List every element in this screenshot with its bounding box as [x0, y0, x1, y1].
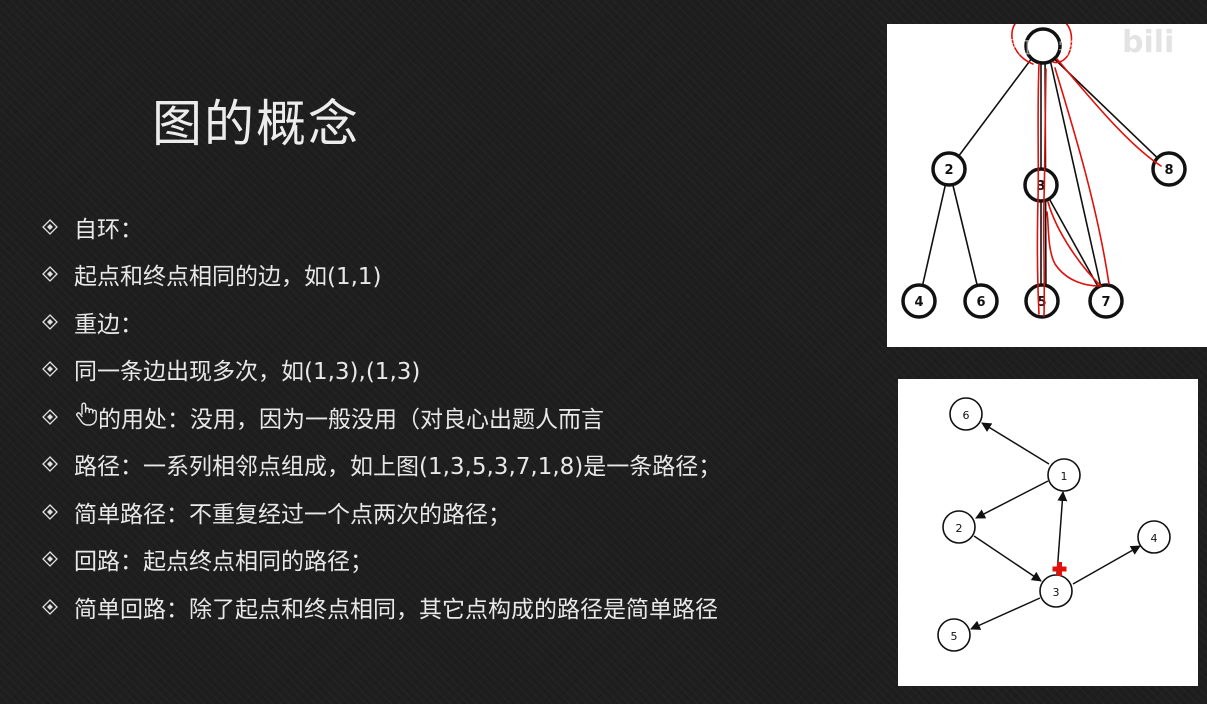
directed-edge-2-3	[973, 535, 1042, 582]
bullet-text: 重边：	[74, 311, 143, 338]
bullet-item: 路径：一系列相邻点组成，如上图(1,3,5,3,7,1,8)是一条路径；	[42, 441, 721, 489]
digraph-node-label: 3	[1053, 586, 1060, 599]
red-path-stroke	[1036, 63, 1040, 315]
digraph-node-2: 2	[942, 510, 976, 544]
bullet-text: 回路：起点终点相同的路径；	[74, 549, 373, 576]
graph-node-4: 4	[901, 283, 937, 319]
watermark-logo-text: bili	[1122, 25, 1174, 60]
bullet-text: 简单回路：除了起点和终点相同，其它点构成的路径是简单路径	[74, 596, 718, 623]
bullet-item: 自环：	[42, 203, 721, 251]
graph-node-label: 6	[976, 295, 985, 310]
graph-edge	[1046, 45, 1105, 302]
bullet-text: 起点和终点相同的边，如(1,1)	[74, 264, 382, 291]
bullet-item: 简单回路：除了起点和终点相同，其它点构成的路径是简单路径	[42, 583, 721, 631]
tree-graph-figure: 2 3 8 4 6 5 7	[887, 24, 1207, 347]
digraph-node-label: 5	[951, 630, 958, 643]
digraph-node-label: 4	[1151, 532, 1158, 545]
graph-node-label: 8	[1164, 163, 1173, 178]
bullet-text: 自环：	[74, 216, 143, 243]
directed-edge-1-2	[975, 480, 1049, 519]
graph-node-3: 3	[1023, 167, 1059, 203]
bullet-item: 回路：起点终点相同的路径；	[42, 536, 721, 584]
diamond-bullet-icon	[42, 408, 74, 425]
tree-graph-svg: 2 3 8 4 6 5 7	[901, 24, 1187, 319]
graph-node-label: 2	[944, 163, 953, 178]
diamond-bullet-icon	[42, 456, 74, 473]
bullet-text: 同一条边出现多次，如(1,3),(1,3)	[74, 359, 421, 386]
directed-edge-3-4	[1072, 545, 1141, 585]
digraph-node-6: 6	[949, 397, 983, 431]
bullet-item: 重边：	[42, 298, 721, 346]
graph-node-7: 7	[1088, 283, 1124, 319]
red-path-stroke	[1056, 58, 1162, 167]
digraph-node-5: 5	[937, 618, 971, 652]
diamond-bullet-icon	[42, 551, 74, 568]
slide-title: 图的概念	[152, 95, 360, 153]
diamond-bullet-icon	[42, 361, 74, 378]
hand-cursor-icon	[74, 401, 98, 433]
directed-edge-1-6	[981, 422, 1050, 465]
digraph-node-4: 4	[1137, 520, 1171, 554]
graph-edge	[918, 168, 950, 302]
graph-edge	[948, 45, 1042, 170]
watermark-text: 北京理工大学	[958, 37, 1079, 59]
directed-graph-nodes: 6 1 2 4 3 5	[937, 397, 1171, 652]
digraph-node-label: 1	[1061, 470, 1068, 483]
diamond-bullet-icon	[42, 266, 74, 283]
graph-edge	[1040, 183, 1107, 302]
bullet-item: 的用处：没用，因为一般没用（对良心出题人而言	[42, 393, 721, 441]
graph-edge	[948, 168, 982, 302]
digraph-node-1: 1	[1047, 458, 1081, 492]
directed-graph-figure: 6 1 2 4 3 5	[898, 379, 1198, 686]
directed-edge-3-5	[970, 597, 1041, 630]
directed-edge-3-1	[1056, 491, 1068, 575]
bullet-text: 路径：一系列相邻点组成，如上图(1,3,5,3,7,1,8)是一条路径；	[74, 454, 722, 481]
directed-graph-svg: 6 1 2 4 3 5	[937, 397, 1171, 652]
bullet-list: 自环： 起点和终点相同的边，如(1,1) 重边： 同一条边出现多次，如(1,3)…	[42, 203, 721, 631]
digraph-node-3: 3	[1039, 574, 1073, 608]
digraph-node-label: 2	[956, 522, 963, 535]
bullet-item: 同一条边出现多次，如(1,3),(1,3)	[42, 346, 721, 394]
graph-node-8: 8	[1151, 151, 1187, 187]
red-path-stroke	[1054, 67, 1110, 285]
bullet-text: 的用处：没用，因为一般没用（对良心出题人而言	[98, 406, 604, 433]
bullet-text: 简单路径：不重复经过一个点两次的路径；	[74, 501, 511, 528]
diamond-bullet-icon	[42, 598, 74, 615]
diamond-bullet-icon	[42, 218, 74, 235]
graph-node-6: 6	[963, 283, 999, 319]
graph-node-5: 5	[1024, 283, 1060, 319]
graph-node-2: 2	[931, 151, 967, 187]
graph-node-label: 7	[1101, 295, 1110, 310]
diamond-bullet-icon	[42, 503, 74, 520]
bilibili-logo-icon: bili	[1122, 24, 1202, 69]
bullet-item: 简单路径：不重复经过一个点两次的路径；	[42, 488, 721, 536]
red-cross-cursor-icon	[1052, 562, 1067, 576]
graph-node-label: 4	[914, 295, 923, 310]
digraph-node-label: 6	[963, 409, 970, 422]
diamond-bullet-icon	[42, 313, 74, 330]
bullet-item: 起点和终点相同的边，如(1,1)	[42, 251, 721, 299]
